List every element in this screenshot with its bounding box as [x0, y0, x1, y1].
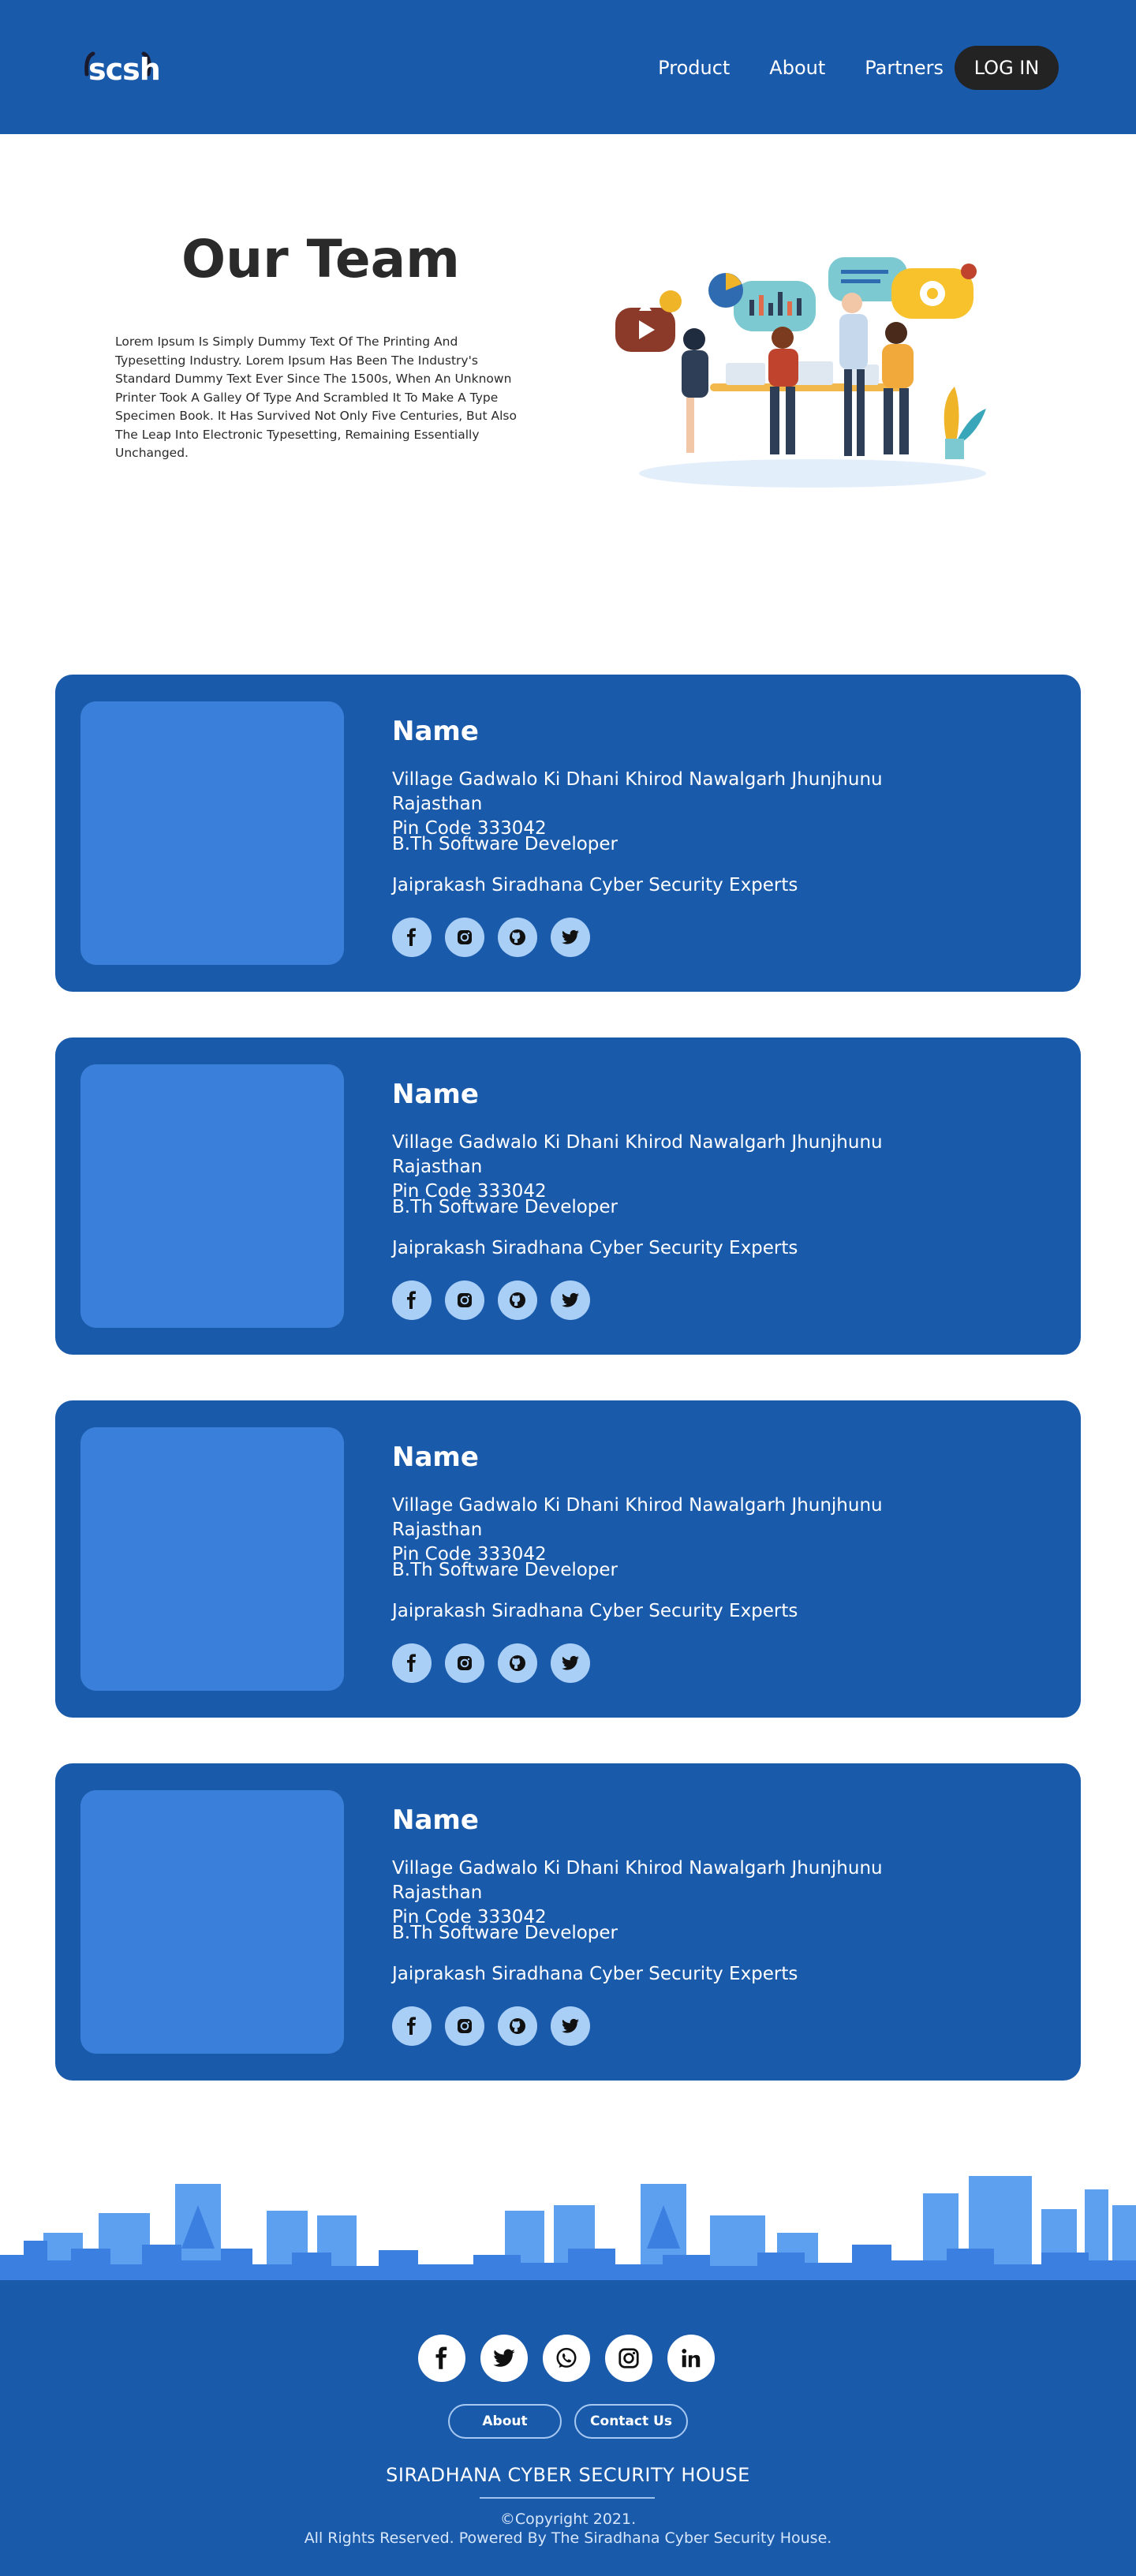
member-social-links	[392, 1643, 604, 1683]
member-social-links	[392, 918, 604, 957]
address-line: Village Gadwalo Ki Dhani Khirod Nawalgar…	[392, 1495, 883, 1540]
team-member-card: Name Village Gadwalo Ki Dhani Khirod Naw…	[55, 1763, 1081, 2081]
github-link[interactable]	[498, 918, 537, 957]
github-icon	[510, 929, 525, 945]
twitter-link[interactable]	[551, 918, 590, 957]
twitter-icon	[562, 2018, 579, 2033]
whatsapp-icon	[556, 2347, 577, 2368]
member-photo	[80, 1064, 344, 1328]
twitter-icon	[562, 1655, 579, 1670]
member-photo	[80, 701, 344, 965]
nav-about[interactable]: About	[769, 57, 825, 79]
team-member-card: Name Village Gadwalo Ki Dhani Khirod Naw…	[55, 1400, 1081, 1718]
nav-partners[interactable]: Partners	[865, 57, 944, 79]
instagram-icon	[458, 2019, 472, 2033]
site-header: scsh Product About Partners LOG IN	[0, 0, 1136, 134]
facebook-icon	[407, 2017, 416, 2035]
page-title: Our Team	[181, 229, 460, 290]
copyright-text: ©Copyright 2021.	[499, 2511, 637, 2528]
footer-contact-button[interactable]: Contact Us	[574, 2404, 688, 2439]
facebook-icon	[435, 2346, 447, 2369]
instagram-link[interactable]	[445, 2006, 484, 2046]
twitter-icon	[562, 929, 579, 944]
footer-divider	[480, 2497, 655, 2499]
login-button[interactable]: LOG IN	[955, 46, 1059, 90]
facebook-link[interactable]	[392, 918, 432, 957]
facebook-link[interactable]	[392, 1281, 432, 1320]
member-name: Name	[392, 1079, 479, 1110]
footer-linkedin-link[interactable]	[667, 2335, 715, 2382]
member-photo	[80, 1790, 344, 2054]
city-skyline-illustration	[0, 2176, 1136, 2288]
twitter-link[interactable]	[551, 2006, 590, 2046]
nav-product[interactable]: Product	[658, 57, 730, 79]
github-icon	[510, 1655, 525, 1671]
twitter-link[interactable]	[551, 1281, 590, 1320]
twitter-link[interactable]	[551, 1643, 590, 1683]
address-line: Village Gadwalo Ki Dhani Khirod Nawalgar…	[392, 1858, 883, 1903]
instagram-icon	[458, 1293, 472, 1307]
member-organization: Jaiprakash Siradhana Cyber Security Expe…	[392, 875, 798, 895]
facebook-icon	[407, 1654, 416, 1672]
github-icon	[510, 2018, 525, 2034]
member-organization: Jaiprakash Siradhana Cyber Security Expe…	[392, 1238, 798, 1258]
facebook-link[interactable]	[392, 2006, 432, 2046]
github-link[interactable]	[498, 1643, 537, 1683]
member-organization: Jaiprakash Siradhana Cyber Security Expe…	[392, 1964, 798, 1984]
instagram-link[interactable]	[445, 1643, 484, 1683]
site-footer: About Contact Us SIRADHANA CYBER SECURIT…	[0, 2286, 1136, 2576]
instagram-link[interactable]	[445, 1281, 484, 1320]
member-photo	[80, 1427, 344, 1691]
logo-text: scsh	[88, 52, 161, 87]
facebook-icon	[407, 1291, 416, 1309]
team-member-card: Name Village Gadwalo Ki Dhani Khirod Naw…	[55, 675, 1081, 992]
footer-social-links	[418, 2335, 730, 2382]
hero-description: Lorem Ipsum Is Simply Dummy Text Of The …	[115, 335, 517, 460]
team-member-card: Name Village Gadwalo Ki Dhani Khirod Naw…	[55, 1038, 1081, 1355]
twitter-icon	[562, 1292, 579, 1307]
footer-instagram-link[interactable]	[605, 2335, 652, 2382]
facebook-icon	[407, 928, 416, 946]
footer-buttons: About Contact Us	[448, 2404, 701, 2439]
member-name: Name	[392, 716, 479, 747]
linkedin-icon	[682, 2349, 701, 2368]
footer-whatsapp-link[interactable]	[543, 2335, 590, 2382]
instagram-link[interactable]	[445, 918, 484, 957]
twitter-icon	[493, 2349, 515, 2367]
address-line: Village Gadwalo Ki Dhani Khirod Nawalgar…	[392, 769, 883, 814]
facebook-link[interactable]	[392, 1643, 432, 1683]
member-social-links	[392, 2006, 604, 2046]
member-address: Village Gadwalo Ki Dhani Khirod Nawalgar…	[392, 1856, 976, 1930]
member-role: B.Th Software Developer	[392, 1560, 618, 1580]
footer-title: SIRADHANA CYBER SECURITY HOUSE	[386, 2464, 750, 2486]
github-link[interactable]	[498, 2006, 537, 2046]
member-role: B.Th Software Developer	[392, 1197, 618, 1217]
footer-about-button[interactable]: About	[448, 2404, 562, 2439]
footer-copyright: ©Copyright 2021. All Rights Reserved. Po…	[0, 2510, 1136, 2548]
team-meeting-illustration	[615, 257, 986, 488]
instagram-icon	[458, 930, 472, 944]
member-address: Village Gadwalo Ki Dhani Khirod Nawalgar…	[392, 1494, 976, 1567]
member-address: Village Gadwalo Ki Dhani Khirod Nawalgar…	[392, 1131, 976, 1204]
logo[interactable]: scsh	[79, 46, 166, 93]
rights-text: All Rights Reserved. Powered By The Sira…	[304, 2529, 832, 2547]
member-name: Name	[392, 1441, 479, 1473]
member-organization: Jaiprakash Siradhana Cyber Security Expe…	[392, 1601, 798, 1621]
member-role: B.Th Software Developer	[392, 834, 618, 854]
instagram-icon	[618, 2348, 639, 2368]
member-social-links	[392, 1281, 604, 1320]
member-address: Village Gadwalo Ki Dhani Khirod Nawalgar…	[392, 768, 976, 841]
member-name: Name	[392, 1804, 479, 1836]
address-line: Village Gadwalo Ki Dhani Khirod Nawalgar…	[392, 1132, 883, 1177]
github-icon	[510, 1292, 525, 1308]
footer-facebook-link[interactable]	[418, 2335, 465, 2382]
footer-twitter-link[interactable]	[480, 2335, 528, 2382]
instagram-icon	[458, 1656, 472, 1670]
member-role: B.Th Software Developer	[392, 1923, 618, 1943]
github-link[interactable]	[498, 1281, 537, 1320]
main-nav: Product About Partners LOG IN	[658, 46, 1059, 90]
